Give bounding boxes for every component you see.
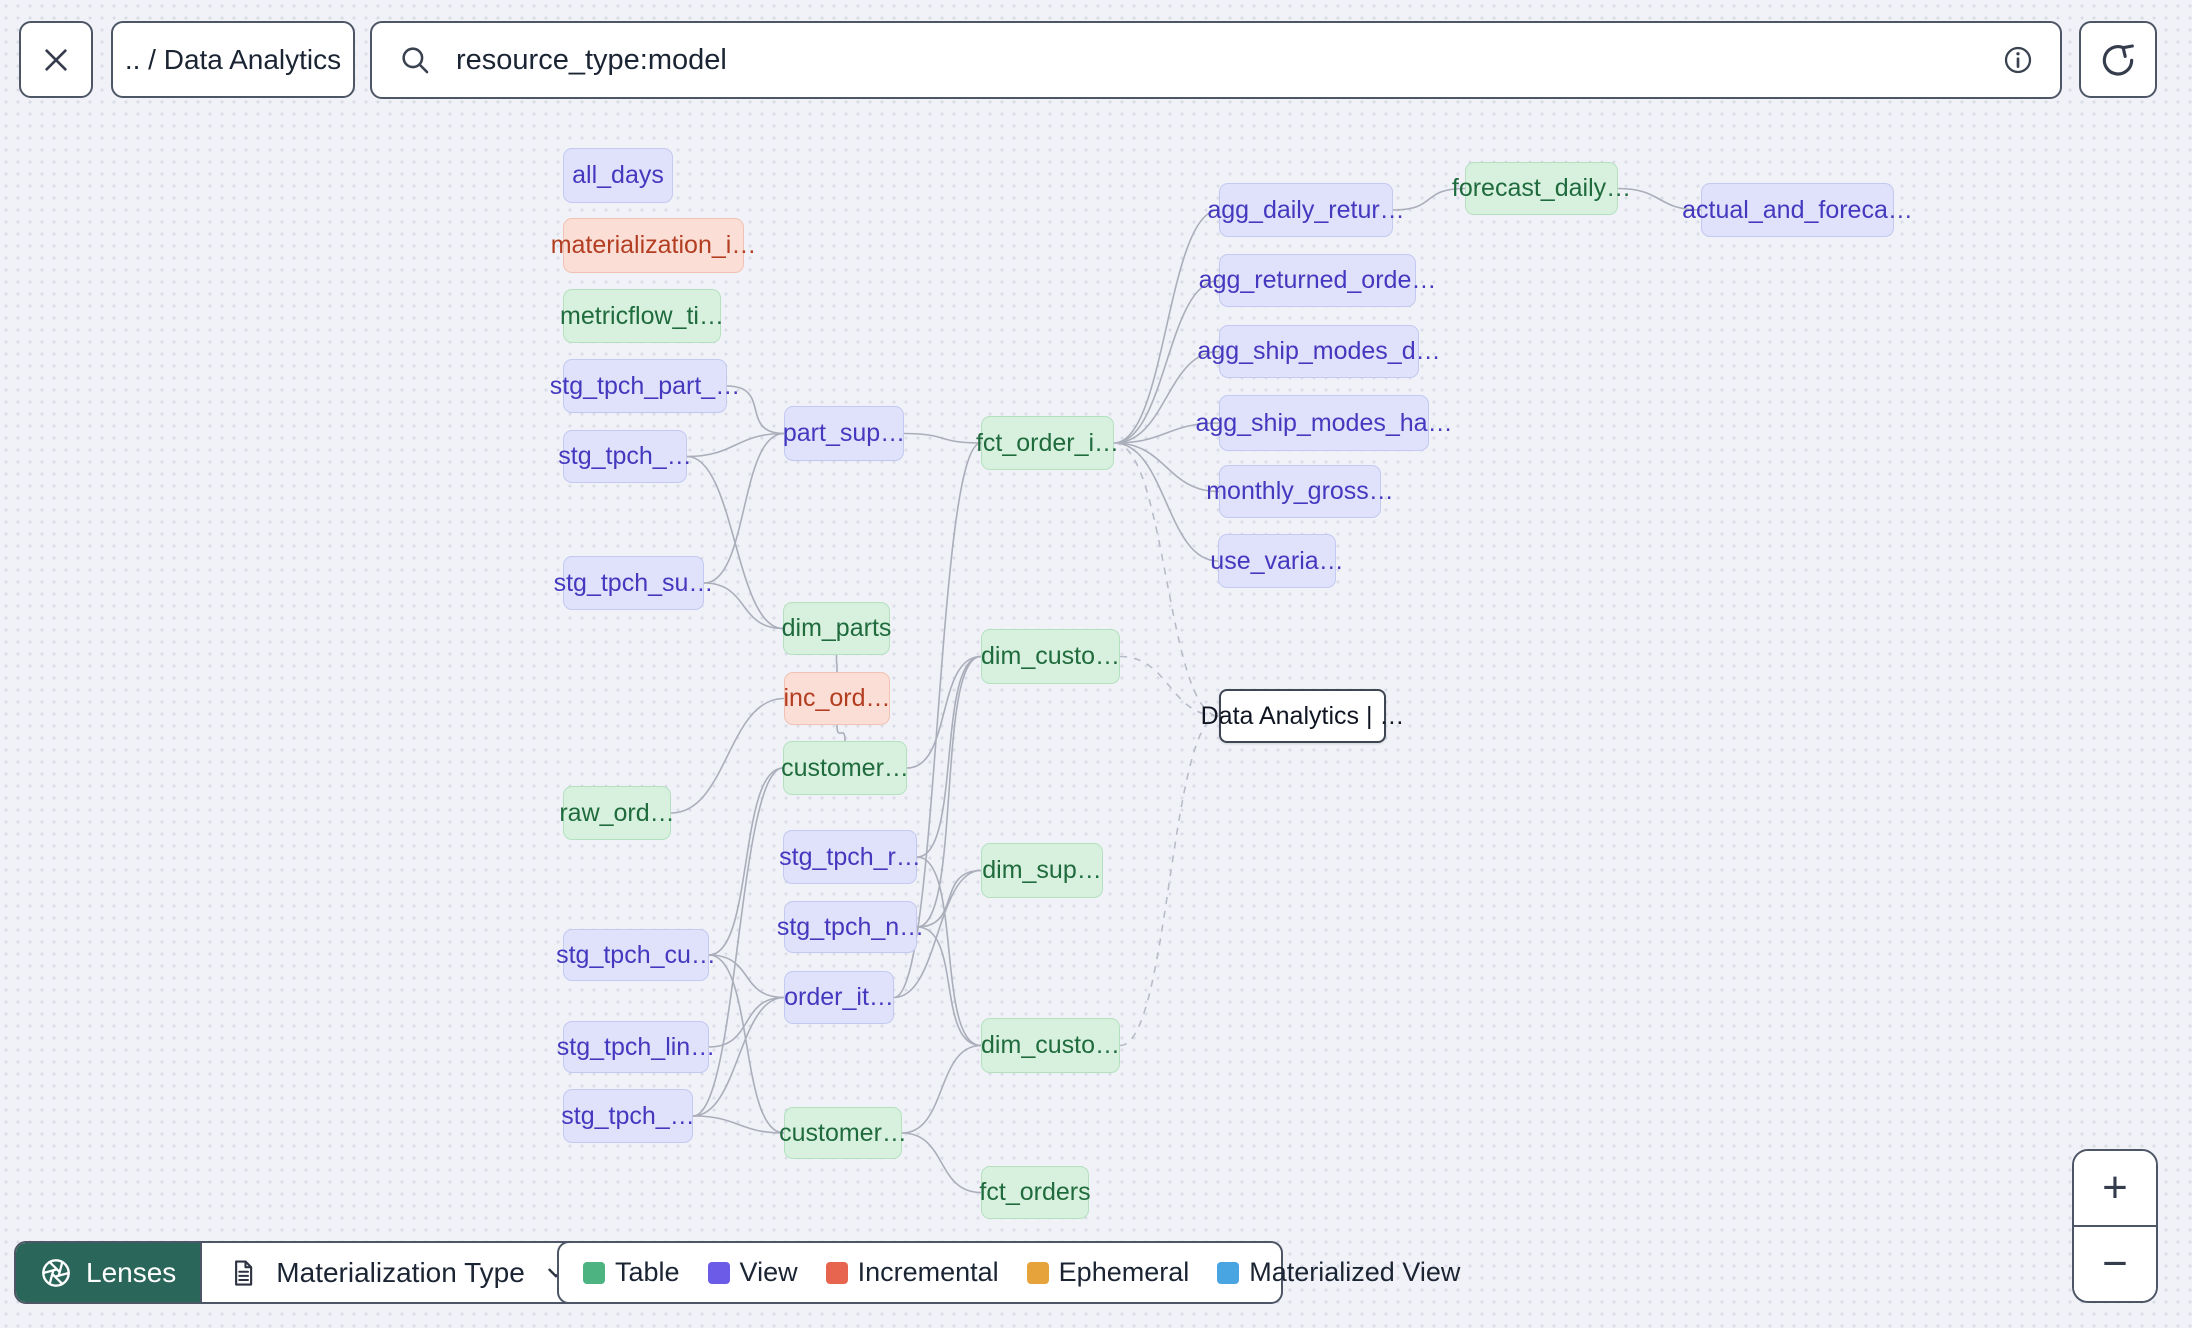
graph-node[interactable]: actual_and_foreca… [1682,183,1913,237]
zoom-in-button[interactable]: + [2074,1151,2156,1225]
info-icon[interactable] [2002,44,2034,76]
search-input[interactable] [454,42,1980,78]
lenses-label: Lenses [86,1256,177,1288]
graph-node[interactable]: agg_returned_orde… [1199,254,1436,307]
lenses-group: Lenses Materialization Type [14,1241,597,1304]
refresh-button[interactable] [2079,21,2157,98]
legend-swatch [707,1261,730,1284]
graph-node[interactable]: order_it… [784,971,894,1024]
graph-node[interactable]: use_varia… [1210,534,1344,588]
legend-item: Ephemeral [1026,1257,1190,1288]
graph-node[interactable]: agg_ship_modes_ha… [1195,395,1453,451]
document-icon [235,1259,253,1286]
materialization-legend: Table View Incremental Ephemeral Materialize… [557,1241,1460,1304]
graph-node[interactable]: dim_custo… [981,1018,1120,1073]
legend-item: Incremental [825,1257,999,1288]
legend-item: Table [583,1257,680,1288]
graph-node[interactable]: forecast_daily… [1452,162,1631,215]
zoom-out-button[interactable]: − [2074,1225,2156,1301]
legend-label: Materialized View [1249,1257,1461,1287]
search-bar[interactable] [370,21,2062,99]
graph-node[interactable]: stg_tpch_cu… [556,929,716,981]
legend-item: View [707,1257,798,1288]
graph-node[interactable]: stg_tpch_… [561,1089,695,1143]
graph-node[interactable]: stg_tpch_… [558,430,692,483]
graph-node[interactable]: customer… [779,1107,907,1159]
lens-selector-label: Materialization Type [276,1256,525,1288]
graph-node[interactable]: metricflow_ti… [560,289,724,343]
close-icon [45,48,67,71]
graph-node[interactable]: stg_tpch_n… [777,901,924,953]
zoom-controls: + − [2072,1149,2158,1303]
graph-node[interactable]: part_sup… [783,406,905,461]
legend-label: Table [615,1257,680,1287]
legend-label: Incremental [857,1257,999,1287]
graph-node[interactable]: customer… [781,741,909,795]
graph-node[interactable]: stg_tpch_r… [779,830,921,884]
legend-item: Materialized View [1217,1257,1460,1288]
legend-swatch [1217,1261,1240,1284]
graph-node[interactable]: monthly_gross… [1206,465,1394,518]
graph-node[interactable]: inc_ord… [784,672,891,725]
lenses-button[interactable]: Lenses [16,1243,201,1302]
lens-selector-dropdown[interactable]: Materialization Type [200,1243,595,1302]
breadcrumb-label: .. / Data Analytics [124,43,342,75]
graph-node[interactable]: stg_tpch_su… [554,556,713,610]
graph-node[interactable]: agg_daily_retur… [1207,183,1405,237]
graph-node[interactable]: fct_orders [979,1166,1091,1219]
legend-label: View [739,1257,798,1287]
aperture-icon [42,1258,70,1287]
graph-node[interactable]: agg_ship_modes_d… [1197,325,1441,378]
graph-node[interactable]: materialization_i… [551,218,756,273]
legend-swatch [825,1261,848,1284]
search-icon [402,47,429,74]
graph-node[interactable]: Data Analytics | … [1201,689,1404,743]
graph-node[interactable]: all_days [563,148,673,203]
graph-node[interactable]: stg_tpch_part_… [550,359,740,413]
legend-swatch [583,1261,605,1284]
graph-node[interactable]: dim_custo… [981,629,1120,684]
legend-label: Ephemeral [1058,1257,1190,1287]
breadcrumb[interactable]: .. / Data Analytics [111,21,355,98]
close-button[interactable] [19,21,93,98]
graph-node[interactable]: dim_sup… [981,843,1103,898]
lineage-graph: all_days materialization_i… metricflow_ti…… [0,0,2192,1328]
graph-node[interactable]: fct_order_i… [976,416,1119,470]
graph-node[interactable]: raw_ord… [559,786,675,840]
legend-swatch [1026,1261,1049,1284]
graph-node[interactable]: dim_parts [782,602,891,655]
graph-node[interactable]: stg_tpch_lin… [557,1021,715,1073]
refresh-icon [2102,43,2134,76]
